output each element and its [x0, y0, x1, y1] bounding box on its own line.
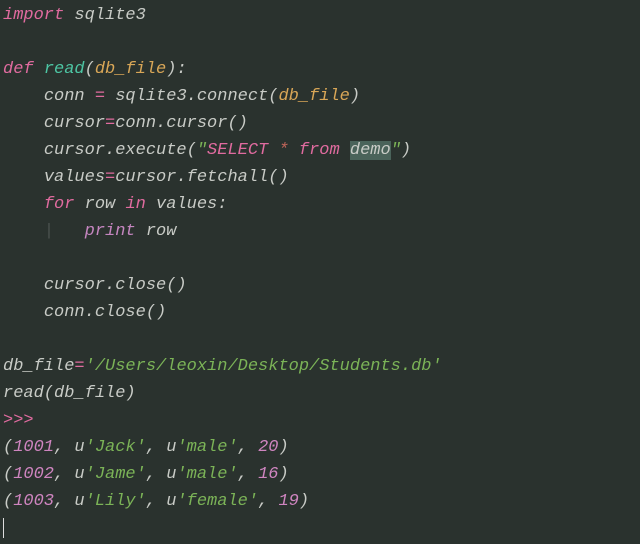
output-line: (1002, u'Jame', u'male', 16)	[3, 461, 637, 488]
keyword-print: print	[85, 222, 136, 241]
keyword-for: for	[44, 195, 75, 214]
output-line: (1001, u'Jack', u'male', 20)	[3, 434, 637, 461]
code-line[interactable]: cursor.execute("SELECT * from demo")	[3, 137, 637, 164]
code-line[interactable]: cursor.close()	[3, 272, 637, 299]
code-line[interactable]: conn.close()	[3, 299, 637, 326]
keyword-def: def	[3, 60, 34, 79]
blank-line[interactable]	[3, 245, 637, 272]
string-literal: '/Users/leoxin/Desktop/Students.db'	[85, 357, 442, 376]
repl-prompt: >>>	[3, 407, 637, 434]
number-literal: 1003	[13, 492, 54, 511]
operator-assign: =	[105, 168, 115, 187]
operator-assign: =	[95, 87, 105, 106]
number-literal: 20	[258, 438, 278, 457]
number-literal: 1001	[13, 438, 54, 457]
parameter: db_file	[278, 87, 349, 106]
keyword-in: in	[125, 195, 145, 214]
string-literal: 'Lily'	[85, 492, 146, 511]
code-line[interactable]: def read(db_file):	[3, 56, 637, 83]
number-literal: 16	[258, 465, 278, 484]
indent-guide: |	[44, 222, 85, 241]
keyword-import: import	[3, 6, 64, 25]
blank-line[interactable]	[3, 29, 637, 56]
output-line: (1003, u'Lily', u'female', 19)	[3, 488, 637, 515]
prompt-icon: >>>	[3, 411, 34, 430]
string-literal: 'female'	[176, 492, 258, 511]
function-name: read	[44, 60, 85, 79]
operator-assign: =	[105, 114, 115, 133]
sql-keyword: from	[299, 141, 340, 160]
string-literal: 'Jame'	[85, 465, 146, 484]
code-editor[interactable]: import sqlite3 def read(db_file): conn =…	[0, 0, 640, 544]
blank-line[interactable]	[3, 326, 637, 353]
code-line[interactable]: conn = sqlite3.connect(db_file)	[3, 83, 637, 110]
module-name: sqlite3	[64, 6, 146, 25]
number-literal: 19	[278, 492, 298, 511]
string-literal: 'Jack'	[85, 438, 146, 457]
number-literal: 1002	[13, 465, 54, 484]
code-line[interactable]: values=cursor.fetchall()	[3, 164, 637, 191]
code-line[interactable]: cursor=conn.cursor()	[3, 110, 637, 137]
sql-table: demo	[350, 141, 391, 160]
code-line[interactable]: | print row	[3, 218, 637, 245]
string-literal: 'male'	[176, 465, 237, 484]
code-line[interactable]: db_file='/Users/leoxin/Desktop/Students.…	[3, 353, 637, 380]
operator-assign: =	[74, 357, 84, 376]
string-literal: 'male'	[176, 438, 237, 457]
parameter: db_file	[95, 60, 166, 79]
code-line[interactable]: for row in values:	[3, 191, 637, 218]
text-cursor	[3, 518, 4, 538]
code-line[interactable]: read(db_file)	[3, 380, 637, 407]
code-line[interactable]: import sqlite3	[3, 2, 637, 29]
sql-keyword: SELECT	[207, 141, 268, 160]
